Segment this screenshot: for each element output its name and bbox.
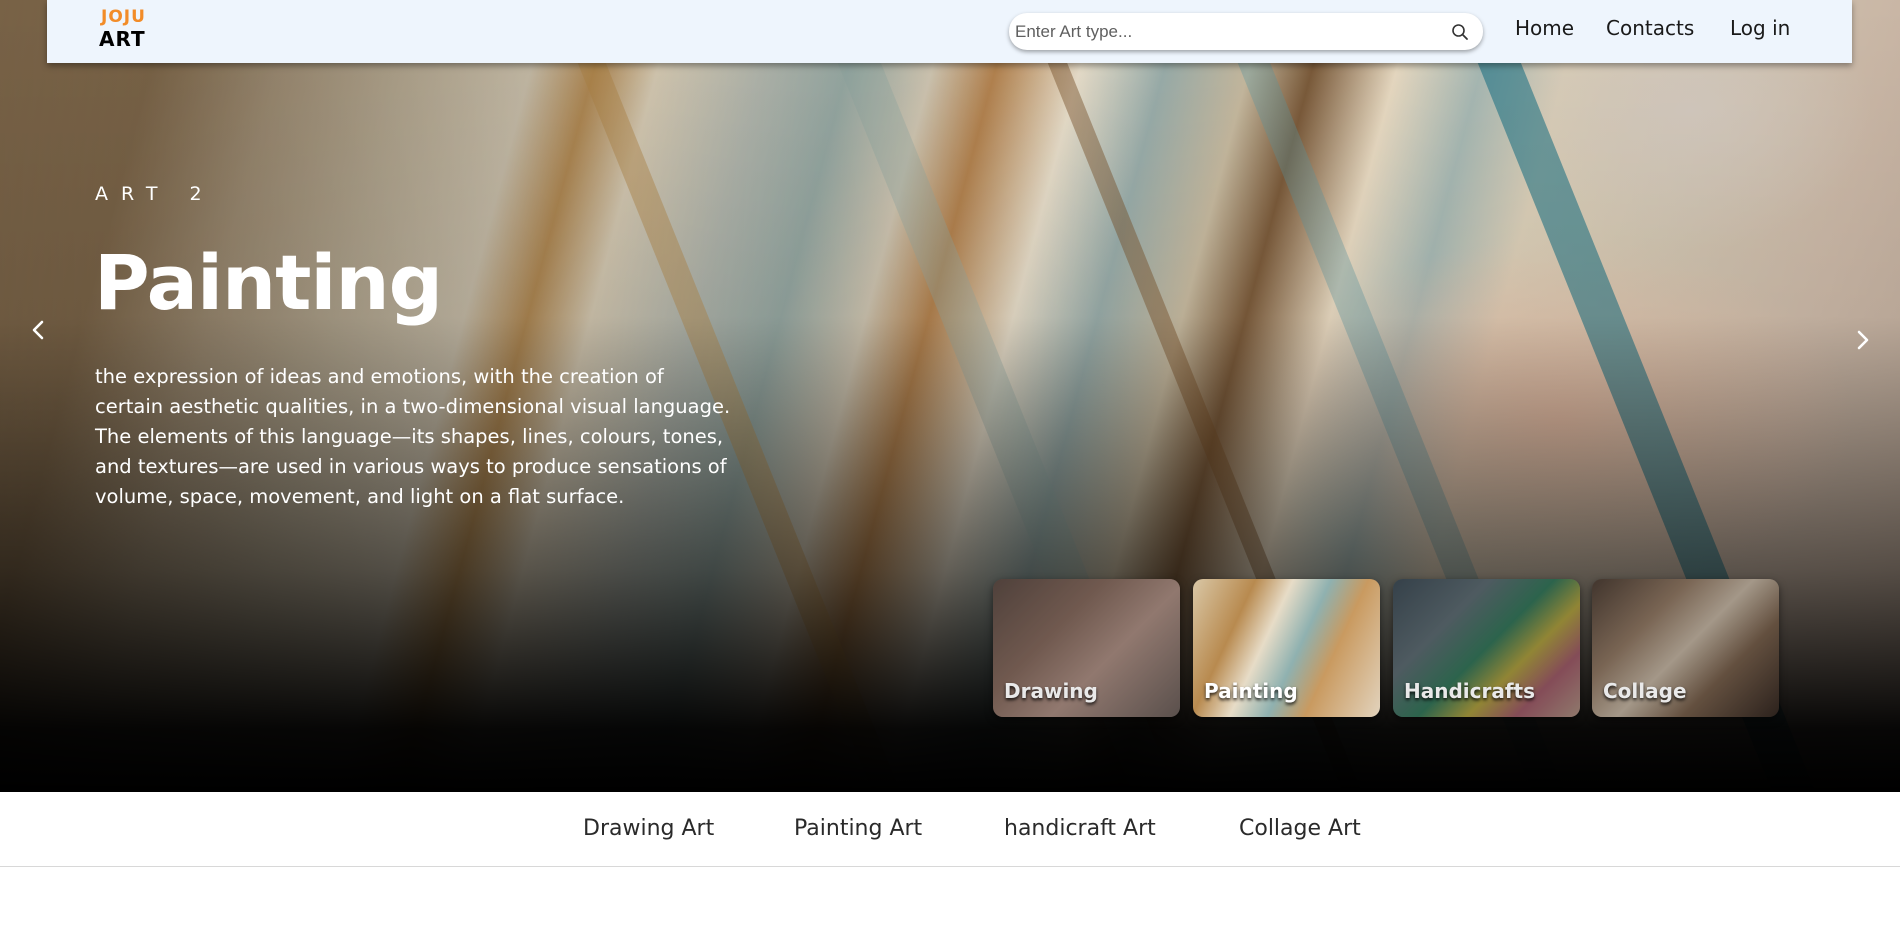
search-box xyxy=(1009,13,1483,50)
logo-line1: JOJU xyxy=(101,7,146,27)
hero-title: Painting xyxy=(94,238,443,327)
tab-collage-art[interactable]: Collage Art xyxy=(1239,816,1361,841)
prev-slide-button[interactable] xyxy=(28,318,48,342)
tab-drawing-art[interactable]: Drawing Art xyxy=(583,816,714,841)
search-icon[interactable] xyxy=(1451,23,1469,41)
nav-contacts[interactable]: Contacts xyxy=(1606,16,1694,40)
hero-description: the expression of ideas and emotions, wi… xyxy=(95,365,731,508)
thumbnail-collage[interactable]: Collage xyxy=(1592,579,1779,717)
thumbnail-label: Painting xyxy=(1204,679,1298,703)
search-input[interactable] xyxy=(1009,13,1449,50)
thumbnail-label: Collage xyxy=(1603,679,1687,703)
thumbnail-label: Drawing xyxy=(1004,679,1098,703)
chevron-left-icon xyxy=(32,320,44,340)
logo-line2: ART xyxy=(99,27,146,51)
chevron-right-icon xyxy=(1857,330,1869,350)
next-slide-button[interactable] xyxy=(1853,328,1873,352)
category-tabs: Drawing Art Painting Art handicraft Art … xyxy=(0,792,1900,867)
nav-home[interactable]: Home xyxy=(1515,16,1574,40)
thumbnail-painting[interactable]: Painting xyxy=(1193,579,1380,717)
navbar: JOJU ART Home Contacts Log in xyxy=(47,0,1852,63)
thumbnail-drawing[interactable]: Drawing xyxy=(993,579,1180,717)
tab-handicraft-art[interactable]: handicraft Art xyxy=(1004,816,1156,841)
logo[interactable]: JOJU ART xyxy=(99,8,147,50)
tab-painting-art[interactable]: Painting Art xyxy=(794,816,922,841)
hero-eyebrow: ART 2 xyxy=(95,183,215,205)
thumbnail-label: Handicrafts xyxy=(1404,679,1536,703)
nav-login[interactable]: Log in xyxy=(1730,16,1790,40)
thumbnail-handicrafts[interactable]: Handicrafts xyxy=(1393,579,1580,717)
